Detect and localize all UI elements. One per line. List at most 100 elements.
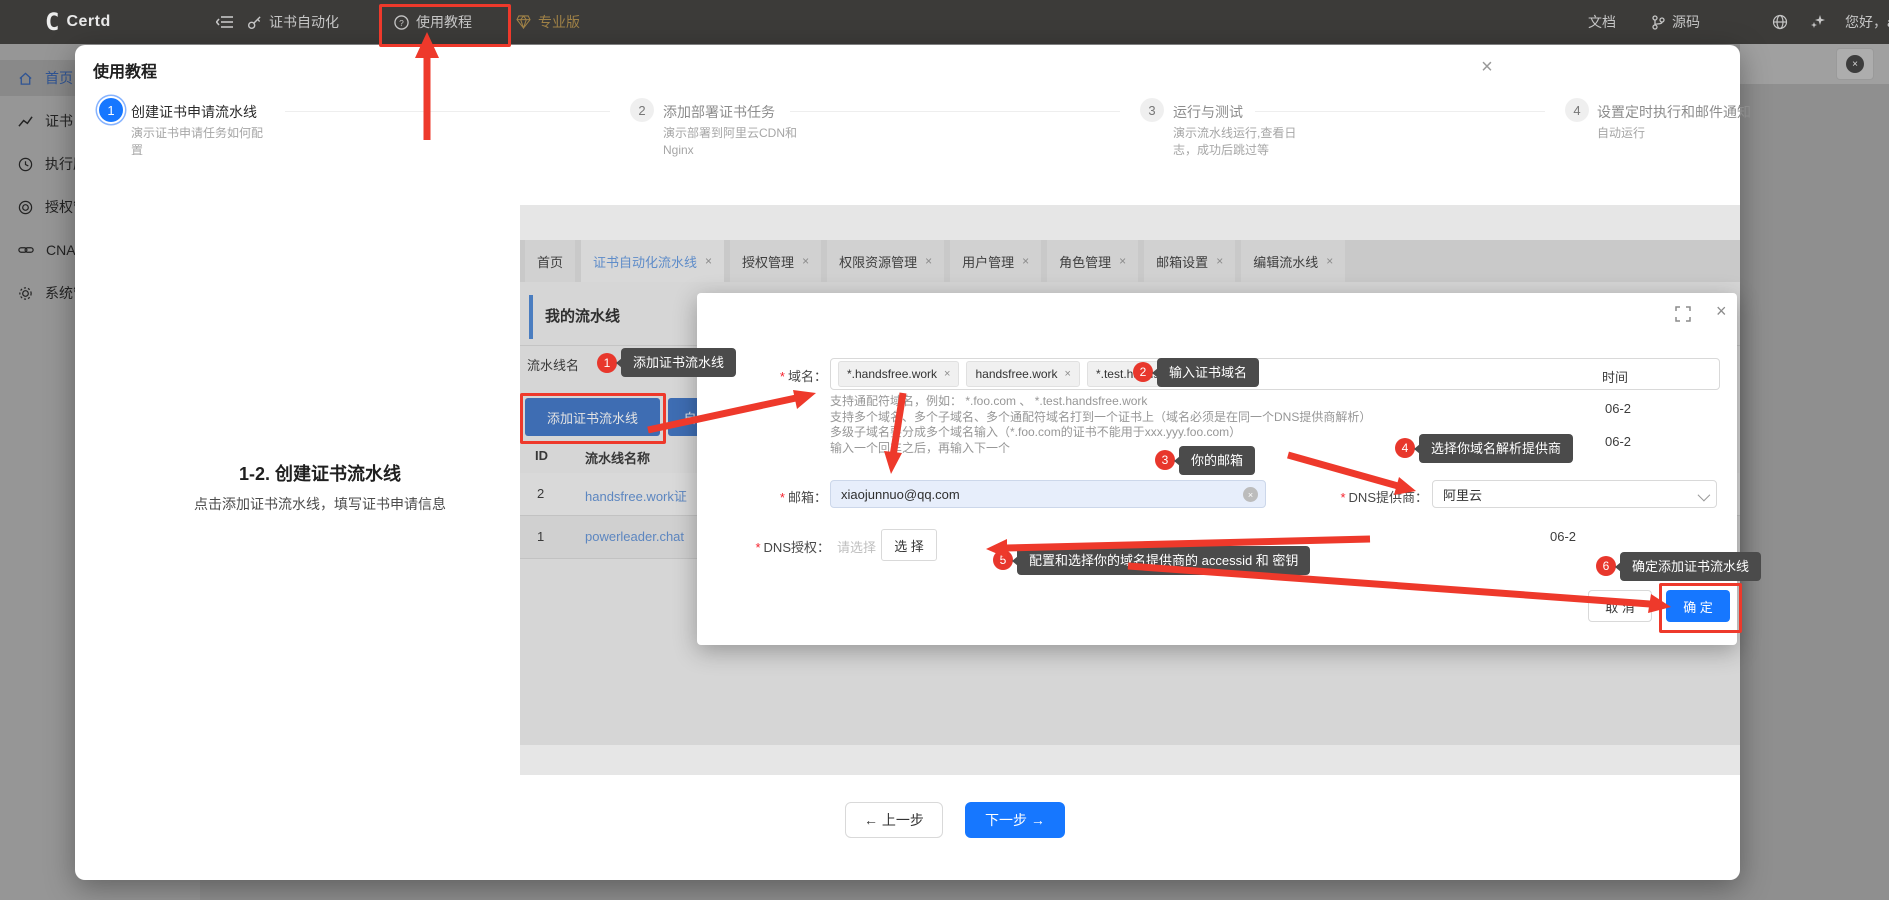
- step-divider: [790, 111, 1120, 112]
- chevron-down-icon: [1698, 489, 1711, 502]
- certd-tutorial-screen: { "icons": { "logo": "C", "close": "×", …: [0, 0, 1889, 900]
- dns-provider-select[interactable]: 阿里云: [1432, 480, 1717, 508]
- step-divider: [1255, 111, 1545, 112]
- step-1-circle: 1: [99, 98, 123, 122]
- close-all-tabs-button[interactable]: ×: [1836, 48, 1874, 80]
- pipeline-name-filter-label: 流水线名: [527, 355, 579, 374]
- step-2-desc: 演示部署到阿里云CDN和 Nginx: [663, 125, 797, 159]
- tab-close-icon[interactable]: ×: [802, 254, 809, 268]
- demo-tab-permission[interactable]: 权限资源管理×: [827, 240, 944, 282]
- table-header-time: 时间: [1602, 367, 1628, 386]
- gear-icon: [18, 286, 33, 301]
- tag-close-icon[interactable]: ×: [1065, 368, 1071, 380]
- demo-tab-roles[interactable]: 角色管理×: [1047, 240, 1138, 282]
- dialog-close-icon[interactable]: ×: [1716, 301, 1727, 322]
- clear-input-icon[interactable]: ×: [1243, 487, 1258, 502]
- nav-docs-label: 文档: [1588, 12, 1616, 32]
- annotation-tooltip-2: 输入证书域名: [1157, 358, 1259, 387]
- background-right-area: ×: [1740, 44, 1889, 900]
- demo-tab-email[interactable]: 邮箱设置×: [1144, 240, 1235, 282]
- cancel-button[interactable]: 取 消: [1588, 590, 1652, 622]
- nav-source[interactable]: 源码: [1652, 0, 1700, 44]
- demo-bottom-band: [520, 745, 1740, 775]
- sidebar-item-label: 首页: [45, 68, 73, 88]
- prev-step-button[interactable]: ← 上一步: [845, 802, 943, 838]
- clock-icon: [18, 157, 33, 172]
- tutorial-close-icon[interactable]: ×: [1473, 53, 1501, 81]
- demo-top-band: [520, 205, 1740, 240]
- fullscreen-icon[interactable]: [1675, 306, 1691, 322]
- annotation-badge-2: 2: [1133, 362, 1153, 382]
- cell-date: 06-2: [1550, 529, 1576, 544]
- user-greeting-label: 您好，admin: [1845, 12, 1889, 32]
- cell-date: 06-2: [1605, 401, 1631, 416]
- tab-close-icon[interactable]: ×: [1022, 254, 1029, 268]
- step-3-title: 运行与测试: [1173, 102, 1243, 122]
- nav-docs[interactable]: 文档: [1588, 0, 1616, 44]
- tab-close-icon[interactable]: ×: [1119, 254, 1126, 268]
- cell-id: 1: [537, 529, 544, 544]
- nav-pro[interactable]: 专业版: [516, 0, 580, 44]
- table-header-name: 流水线名称: [585, 448, 650, 470]
- app-logo[interactable]: C Certd: [45, 0, 111, 44]
- demo-tab-home[interactable]: 首页: [525, 240, 575, 282]
- demo-tab-users[interactable]: 用户管理×: [950, 240, 1041, 282]
- theme-sparkles-icon[interactable]: [1810, 0, 1826, 44]
- close-circle-icon: ×: [1846, 55, 1864, 73]
- cell-pipeline-link[interactable]: powerleader.chat: [585, 529, 684, 544]
- dns-provider-label: *DNS提供商：: [1310, 487, 1428, 506]
- dns-auth-label: *DNS授权：: [727, 537, 830, 556]
- tab-close-icon[interactable]: ×: [925, 254, 932, 268]
- step-4-circle: 4: [1565, 98, 1589, 122]
- demo-tab-edit-pipeline[interactable]: 编辑流水线×: [1241, 240, 1345, 282]
- home-icon: [18, 71, 33, 86]
- tutorial-step-description: 点击添加证书流水线，填写证书申请信息: [125, 494, 515, 514]
- domain-label: *域名：: [737, 366, 827, 385]
- collapse-menu-icon[interactable]: [216, 0, 234, 44]
- domain-tag: handsfree.work×: [966, 361, 1079, 387]
- dns-auth-select-button[interactable]: 选 择: [881, 529, 937, 561]
- nav-source-label: 源码: [1672, 12, 1700, 32]
- tag-close-icon[interactable]: ×: [944, 368, 950, 380]
- email-label: *邮箱：: [727, 487, 827, 506]
- add-pipeline-dialog: × *域名： *.handsfree.work× handsfree.work×…: [697, 293, 1737, 645]
- highlight-box-confirm-button: [1659, 583, 1742, 633]
- annotation-badge-5: 5: [993, 550, 1013, 570]
- tutorial-modal-title: 使用教程: [93, 58, 157, 82]
- language-globe-icon[interactable]: [1772, 0, 1788, 44]
- cell-id: 2: [537, 486, 544, 501]
- annotation-badge-3: 3: [1155, 450, 1175, 470]
- cell-date: 06-2: [1605, 434, 1631, 449]
- step-2-circle: 2: [630, 98, 654, 122]
- domain-tag: *.handsfree.work×: [838, 361, 959, 387]
- target-icon: [18, 200, 33, 215]
- step-1-desc: 演示证书申请任务如何配 置: [131, 125, 263, 159]
- step-3-desc: 演示流水线运行,查看日 志，成功后跳过等: [1173, 125, 1296, 159]
- demo-screenshot: 首页 证书自动化流水线× 授权管理× 权限资源管理× 用户管理× 角色管理× 邮…: [520, 205, 1740, 775]
- email-input[interactable]: xiaojunnuo@qq.com: [830, 480, 1266, 508]
- step-4-desc: 自动运行: [1597, 125, 1645, 142]
- table-header-id: ID: [535, 448, 548, 470]
- user-greeting[interactable]: 您好，admin: [1845, 0, 1889, 44]
- domain-help-text: 支持通配符域名，例如： *.foo.com 、 *.test.handsfree…: [830, 394, 1371, 456]
- annotation-tooltip-3: 你的邮箱: [1179, 446, 1255, 475]
- step-4-title: 设置定时执行和邮件通知: [1597, 102, 1751, 122]
- gem-icon: [516, 15, 531, 29]
- next-step-button[interactable]: 下一步 →: [965, 802, 1065, 838]
- nav-cert-auto[interactable]: 证书自动化: [247, 0, 339, 44]
- demo-tab-pipelines[interactable]: 证书自动化流水线×: [581, 240, 724, 282]
- highlight-box-add-button: [520, 393, 666, 444]
- cell-pipeline-link[interactable]: handsfree.work证: [585, 486, 687, 505]
- tab-close-icon[interactable]: ×: [1216, 254, 1223, 268]
- dns-auth-placeholder: 请选择: [837, 537, 876, 556]
- step-2-title: 添加部署证书任务: [663, 102, 775, 122]
- tab-close-icon[interactable]: ×: [705, 254, 712, 268]
- tab-close-icon[interactable]: ×: [1326, 254, 1333, 268]
- step-1-title: 创建证书申请流水线: [131, 102, 257, 122]
- git-branch-icon: [1652, 15, 1665, 30]
- link-icon: [18, 244, 34, 256]
- domain-tags-input[interactable]: *.handsfree.work× handsfree.work× *.test…: [830, 358, 1720, 390]
- app-header: C Certd 证书自动化 ? 使用教程 专业版 文档 源码 您好，admin: [0, 0, 1889, 44]
- key-icon: [247, 15, 262, 30]
- demo-tab-auth[interactable]: 授权管理×: [730, 240, 821, 282]
